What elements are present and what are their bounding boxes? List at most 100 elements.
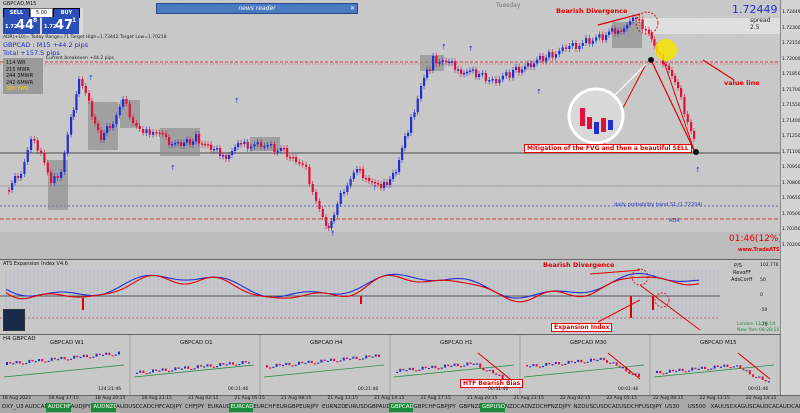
symbol-tab[interactable]: EURNZD xyxy=(320,403,345,412)
symbol-tab[interactable]: GBPJPY xyxy=(434,403,459,412)
candle xyxy=(219,148,222,156)
symbol-tab[interactable]: NZDCAD xyxy=(503,403,528,412)
mini-candle xyxy=(31,359,34,362)
mini-candle xyxy=(745,370,748,372)
symbol-tab[interactable]: US30 xyxy=(663,403,688,412)
symbol-tab[interactable]: EURCHF xyxy=(251,403,276,412)
symbol-tab[interactable]: AUDJPY xyxy=(69,403,94,412)
time-tick: 22 Aug 02:15 xyxy=(560,396,591,401)
symbol-tab[interactable]: CHFJPY xyxy=(183,403,208,412)
symbol-tab[interactable]: GBPUSD xyxy=(480,403,505,412)
mini-candle xyxy=(720,366,722,368)
symbol-tab[interactable]: XAGUSD xyxy=(731,403,756,412)
symbol-tab[interactable]: XAUUSD xyxy=(709,403,734,412)
mini-candle xyxy=(349,358,352,360)
mini-candle xyxy=(428,367,430,370)
symbol-tab[interactable]: EURGBP xyxy=(274,403,299,412)
mini-candle xyxy=(47,360,50,362)
symbol-tab[interactable]: NZDJPY xyxy=(549,403,574,412)
symbol-tab[interactable]: EURCAD xyxy=(228,403,254,412)
price-tick: 1.70800 xyxy=(782,180,800,186)
candle xyxy=(84,86,87,93)
mini-candle xyxy=(444,364,446,368)
mini-candle xyxy=(700,366,703,369)
candle xyxy=(256,142,259,145)
mini-candle xyxy=(561,364,564,366)
symbol-tab[interactable]: GBPNZD xyxy=(457,403,482,412)
mini-candle xyxy=(326,360,329,362)
main-chart[interactable]: ↑ ↑ ↑ ↑ ↑ ↑ ↑ ↑ ↑ news reader ✕ GBPCAD,M15 Tuesd… xyxy=(0,0,793,258)
candle xyxy=(321,209,324,217)
sell-price-box[interactable]: 1.72 44 8 xyxy=(3,17,40,34)
candle xyxy=(527,63,530,67)
mini-candle xyxy=(532,364,535,367)
symbol-tab[interactable]: AUDCAD xyxy=(777,403,800,412)
mini-candle xyxy=(216,366,218,368)
candle xyxy=(56,176,59,178)
indicator-scale-tick: 102.776 xyxy=(760,262,779,268)
mini-candle xyxy=(25,362,28,365)
expansion-index-panel[interactable]: 102.776 50 0 -50 -75 ATS Expansion Index V4.… xyxy=(0,259,780,334)
mini-candle xyxy=(485,370,488,372)
candle xyxy=(548,52,551,58)
mini-candle xyxy=(570,360,573,363)
multi-timeframe-panel[interactable]: H4 GBPCAD HTF Bearish Bias GBPCAD W1 124:… xyxy=(0,334,780,396)
mini-candle xyxy=(752,374,754,377)
mini-candle xyxy=(285,362,288,365)
symbol-tab[interactable]: USDJPY xyxy=(640,403,665,412)
mini-candle xyxy=(294,364,297,366)
candle xyxy=(327,226,330,228)
indicator-canvas[interactable]: 102.776500-50-75 xyxy=(0,260,780,334)
candle xyxy=(578,46,581,49)
mini-candle xyxy=(352,356,355,359)
symbol-tab[interactable]: NZDUSD xyxy=(571,403,596,412)
candle xyxy=(674,76,677,82)
mini-candle xyxy=(18,361,21,364)
symbol-tab[interactable]: EURUSD xyxy=(343,403,368,412)
mini-candle xyxy=(114,354,117,356)
symbol-tab[interactable]: AUDCHF xyxy=(45,403,71,412)
symbol-tab[interactable]: USDCHF xyxy=(617,403,642,412)
symbol-tab[interactable]: GBPCAD xyxy=(388,403,414,412)
symbol-tab[interactable]: CADCHF xyxy=(137,403,162,412)
news-reader-title: news reader xyxy=(238,5,276,12)
mini-candle xyxy=(542,365,544,368)
breakeven-label: Current breakeven +44.2 pips xyxy=(46,56,114,61)
price-scale[interactable]: 1.72449 1.72300 1.72150 1.72000 1.71850 1.717… xyxy=(780,0,800,395)
candle xyxy=(11,183,14,190)
mini-candle xyxy=(492,369,494,374)
close-icon[interactable]: ✕ xyxy=(350,4,355,13)
symbol-tab[interactable]: US500 xyxy=(686,403,711,412)
symbol-tab[interactable]: USDCAD xyxy=(594,403,619,412)
mini-chart-timer: 00:01:46 xyxy=(618,387,639,392)
mini-candle xyxy=(339,360,342,362)
buy-price-box[interactable]: 1.72 47 1 xyxy=(42,17,79,34)
price-tick: 1.70500 xyxy=(782,211,800,217)
mini-candle xyxy=(437,368,440,370)
time-tick: 22 Aug 08:15 xyxy=(653,396,684,401)
symbol-tab[interactable]: AUDCAD xyxy=(754,403,779,412)
symbol-tab[interactable]: AUDNZD xyxy=(91,403,117,412)
mini-candle xyxy=(396,371,398,373)
symbol-tab[interactable]: DXY_U3 xyxy=(0,403,25,412)
mini-candle xyxy=(758,376,761,378)
mini-candle xyxy=(168,370,170,373)
symbol-tab[interactable]: GBPCHF xyxy=(411,403,436,412)
news-reader-bar[interactable]: news reader ✕ xyxy=(156,3,358,14)
mini-candle xyxy=(567,360,570,364)
mini-candle xyxy=(98,353,101,356)
symbol-tab[interactable]: EURJPY xyxy=(297,403,322,412)
symbol-tab[interactable]: NZDCHF xyxy=(526,403,551,412)
candle xyxy=(17,176,20,178)
mini-candle xyxy=(330,358,332,361)
value-line-annotation: value line xyxy=(724,79,760,87)
symbol-tab[interactable]: GBPAUD xyxy=(366,403,391,412)
symbol-tab[interactable]: EURAUD xyxy=(206,403,231,412)
symbol-tab[interactable]: AUDCAD xyxy=(23,403,48,412)
symbol-tab[interactable]: AUDUSD xyxy=(114,403,139,412)
pair-pips-line: GBPCAD : M15 +44.2 pips xyxy=(3,41,89,49)
candle xyxy=(448,61,451,64)
mini-candle xyxy=(453,363,456,366)
symbol-tab[interactable]: CADJPY xyxy=(160,403,185,412)
mini-candle xyxy=(713,365,716,369)
